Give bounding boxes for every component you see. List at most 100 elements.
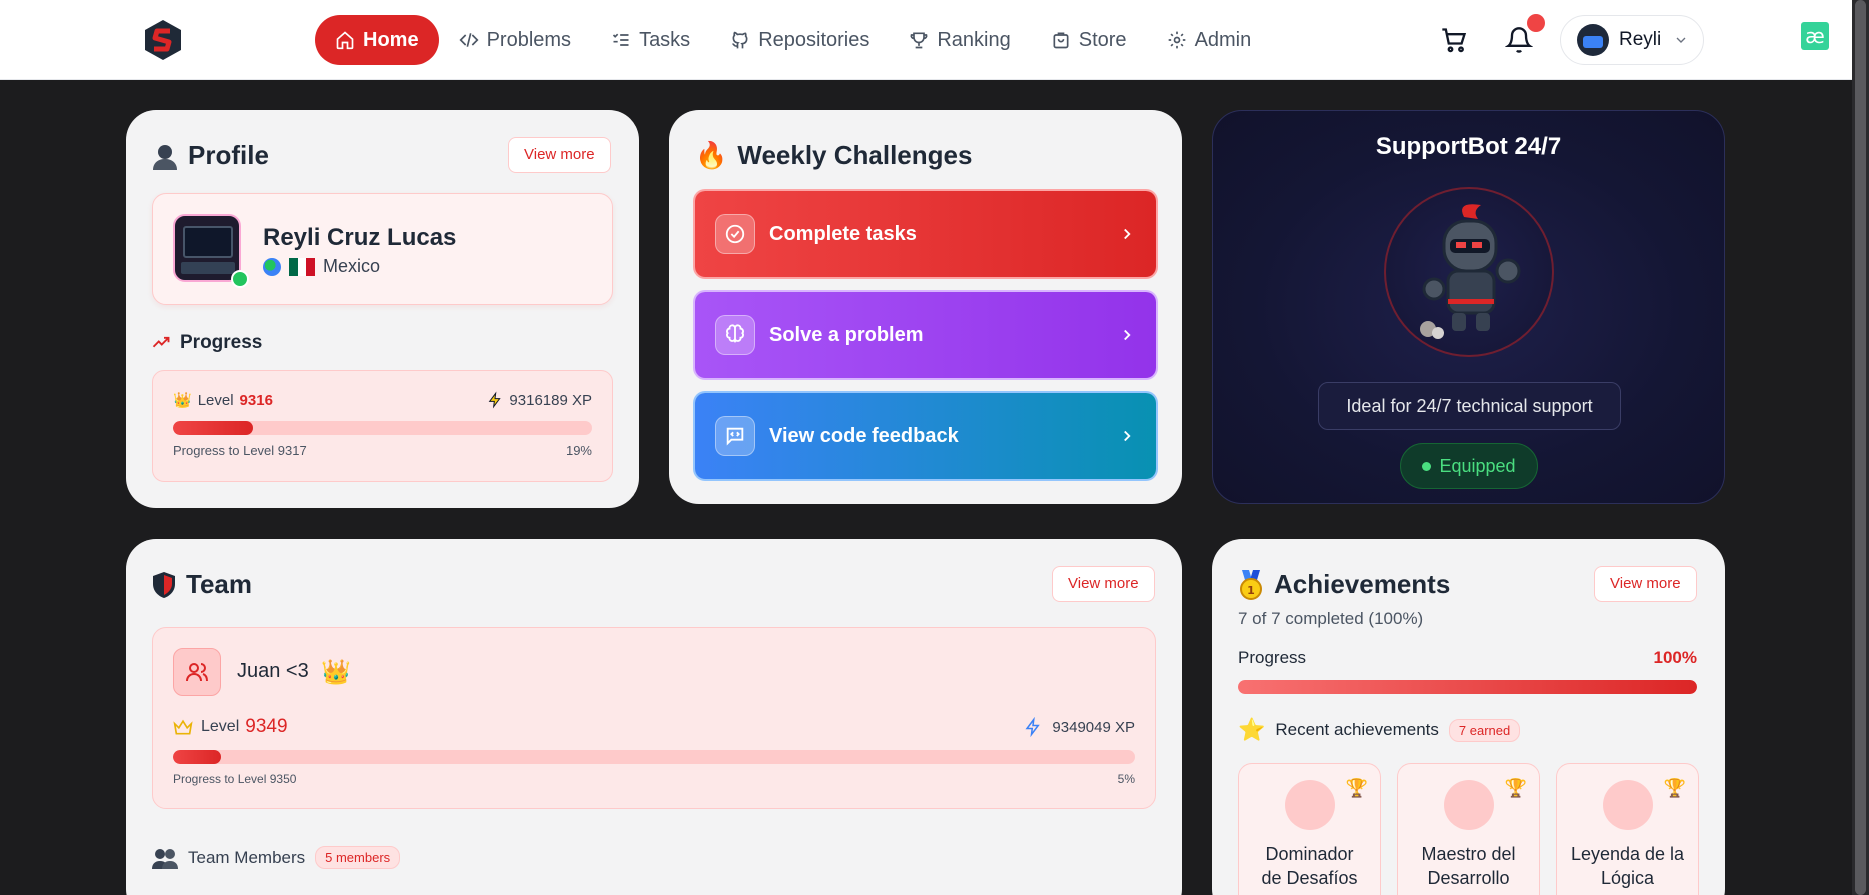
achievement-name: Leyenda de la Lógica <box>1563 842 1692 890</box>
challenge-label: Solve a problem <box>769 323 924 346</box>
profile-title-text: Profile <box>188 140 269 170</box>
status-dot <box>1422 461 1432 471</box>
profile-country: Mexico <box>323 256 381 276</box>
weekly-title: 🔥 Weekly Challenges <box>695 140 972 171</box>
nav-tasks[interactable]: Tasks <box>591 15 710 65</box>
achievements-card: 1 Achievements View more 7 of 7 complete… <box>1212 539 1725 895</box>
team-progress-footer: Progress to Level 9350 5% <box>173 772 1135 786</box>
nav-admin[interactable]: Admin <box>1147 15 1272 65</box>
team-xp-value: 9349049 XP <box>1052 718 1135 736</box>
nav-repositories[interactable]: Repositories <box>710 15 889 65</box>
profile-title: Profile <box>152 140 269 171</box>
main-nav: Home Problems Tasks Repositories Ranking… <box>315 15 1271 65</box>
trending-up-icon <box>152 336 170 348</box>
nav-home-label: Home <box>363 28 419 51</box>
nav-tasks-label: Tasks <box>639 28 691 51</box>
app-logo[interactable] <box>143 18 183 62</box>
shield-icon <box>153 571 175 598</box>
profile-avatar[interactable] <box>173 214 241 282</box>
progress-heading: Progress <box>152 332 262 354</box>
chevron-down-icon <box>1676 37 1686 43</box>
user-name: Reyli <box>1619 29 1662 50</box>
team-members-title: Team Members <box>188 847 306 867</box>
nav-problems[interactable]: Problems <box>439 15 591 65</box>
trophy-icon: 🏆 <box>1345 778 1368 798</box>
challenge-view-feedback[interactable]: View code feedback <box>695 393 1156 479</box>
progress-percent: 19% <box>565 443 592 458</box>
achievement-badge-icon <box>1444 780 1494 830</box>
chevron-right-icon <box>1124 430 1131 442</box>
nav-problems-label: Problems <box>486 28 572 51</box>
achievement-tile[interactable]: 🏆 Maestro del Desarrollo <box>1397 763 1540 895</box>
achievement-name-line: Dominador <box>1265 844 1354 864</box>
xp-display: 9316189 XP <box>487 391 592 409</box>
nav-home[interactable]: Home <box>315 15 439 65</box>
profile-location: Mexico <box>263 256 380 277</box>
extension-icon[interactable]: æ <box>1801 22 1829 50</box>
profile-view-more-button[interactable]: View more <box>508 137 611 173</box>
members-count-badge: 5 members <box>315 846 401 869</box>
level-progress-footer: Progress to Level 9317 19% <box>173 443 592 458</box>
next-level-text: Progress to Level 9317 <box>173 443 307 458</box>
nav-store[interactable]: Store <box>1031 15 1147 65</box>
team-progress-percent: 5% <box>1117 772 1135 786</box>
user-menu[interactable]: Reyli <box>1560 15 1704 65</box>
achievements-progress-fill <box>1238 680 1697 694</box>
page-scrollbar-thumb[interactable] <box>1855 0 1866 895</box>
fire-icon: 🔥 <box>695 140 728 170</box>
achievement-tile[interactable]: 🏆 Leyenda de la Lógica <box>1556 763 1699 895</box>
achievement-tile[interactable]: 🏆 Dominador de Desafíos <box>1238 763 1381 895</box>
level-crown-icon: 👑 <box>173 392 192 409</box>
profile-info-box: Reyli Cruz Lucas Mexico <box>152 193 613 305</box>
team-view-more-button[interactable]: View more <box>1052 566 1155 602</box>
achievements-view-more-button[interactable]: View more <box>1594 566 1697 602</box>
achievement-name-line: Desarrollo <box>1427 868 1510 888</box>
achievement-name: Dominador de Desafíos <box>1245 842 1374 890</box>
store-icon <box>1053 32 1069 49</box>
team-progress-bar <box>173 750 1135 764</box>
level-label: Level <box>197 391 234 409</box>
achievement-name-line: Lógica <box>1600 868 1655 888</box>
gear-icon <box>1168 31 1185 49</box>
crown-outline-icon <box>173 719 193 735</box>
nav-ranking[interactable]: Ranking <box>889 15 1030 65</box>
knight-robot-icon <box>1420 204 1521 339</box>
globe-icon <box>263 257 281 276</box>
achievements-subtitle: 7 of 7 completed (100%) <box>1238 609 1424 628</box>
team-xp-display: 9349049 XP <box>1024 717 1135 737</box>
chevron-right-icon <box>1124 329 1131 341</box>
achievements-progress-percent: 100% <box>1653 648 1697 667</box>
message-code-icon <box>715 416 755 456</box>
team-progress-fill <box>173 750 222 764</box>
challenge-solve-problem[interactable]: Solve a problem <box>695 292 1156 378</box>
team-members-heading: Team Members 5 members <box>152 846 401 869</box>
progress-title: Progress <box>180 332 263 353</box>
achievement-name: Maestro del Desarrollo <box>1404 842 1533 890</box>
cart-icon[interactable] <box>1440 26 1468 54</box>
achievements-title-text: Achievements <box>1274 569 1451 599</box>
bot-avatar-ring <box>1384 187 1554 357</box>
achievement-name-line: de Desafíos <box>1261 868 1358 888</box>
team-title-text: Team <box>186 569 252 599</box>
weekly-title-text: Weekly Challenges <box>737 140 973 170</box>
achievement-name-line: Leyenda de la <box>1570 844 1685 864</box>
bell-icon[interactable] <box>1505 26 1533 54</box>
weekly-challenges-card: 🔥 Weekly Challenges Complete tasks Solve… <box>669 110 1182 504</box>
trophy-icon: 🏆 <box>1663 778 1686 798</box>
bot-title: SupportBot 24/7 <box>1375 133 1562 160</box>
chevron-right-icon <box>1124 228 1131 240</box>
challenge-complete-tasks[interactable]: Complete tasks <box>695 191 1156 277</box>
team-level-value: 9349 <box>245 716 288 737</box>
nav-repositories-label: Repositories <box>758 28 870 51</box>
team-info-box: Juan <3 👑 Level 9349 9349049 XP Progress… <box>152 627 1156 809</box>
notification-badge <box>1527 14 1545 32</box>
equipped-status-badge: Equipped <box>1400 443 1538 489</box>
top-navbar: Home Problems Tasks Repositories Ranking… <box>0 0 1852 80</box>
lightning-icon <box>1025 717 1041 737</box>
check-circle-icon <box>715 214 755 254</box>
trophy-icon <box>910 32 928 49</box>
earned-count-badge: 7 earned <box>1448 718 1521 742</box>
lightning-icon <box>489 391 502 409</box>
equipped-label: Equipped <box>1439 455 1516 476</box>
nav-ranking-label: Ranking <box>937 28 1011 51</box>
